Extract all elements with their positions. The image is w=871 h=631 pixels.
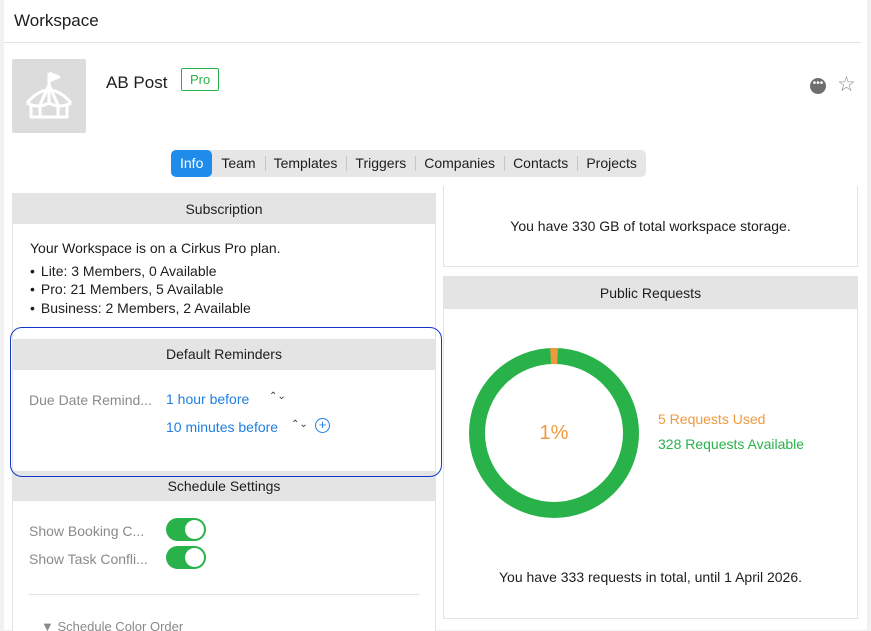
tab-bar: Info Team Templates Triggers Companies C… [171,150,646,177]
requests-available-label: 328 Requests Available [658,436,805,452]
public-requests-panel: Public Requests 1% 5 Requests Used 328 R… [443,276,858,619]
schedule-divider [29,594,419,595]
favorite-star-icon[interactable]: ☆ [837,73,856,97]
show-task-conflicts-toggle[interactable] [166,546,206,569]
tab-templates[interactable]: Templates [264,150,347,177]
subscription-header: Subscription [13,194,435,224]
more-options-icon[interactable]: ••• [810,78,826,94]
plan-badge: Pro [181,68,220,91]
workspace-avatar[interactable] [12,59,86,133]
tab-contacts[interactable]: Contacts [504,150,577,177]
show-booking-conflicts-label: Show Booking C... [29,523,145,539]
requests-total-text: You have 333 requests in total, until 1 … [498,569,803,585]
tab-team[interactable]: Team [212,150,264,177]
subscription-summary: Your Workspace is on a Cirkus Pro plan. [30,240,281,256]
tab-info[interactable]: Info [171,150,213,177]
schedule-color-order-disclosure[interactable]: ▼ Schedule Color Order [41,619,183,631]
circus-tent-icon [25,71,73,119]
storage-text: You have 330 GB of total workspace stora… [510,218,791,234]
title-divider [4,42,861,43]
tab-projects[interactable]: Projects [577,150,646,177]
highlight-outline [10,327,442,477]
workspace-name: AB Post [106,73,168,92]
donut-percent-label: 1% [539,422,569,444]
window-title: Workspace [14,11,99,30]
tab-triggers[interactable]: Triggers [346,150,415,177]
show-task-conflicts-label: Show Task Confli... [29,551,148,567]
plan-item-lite: Lite: 3 Members, 0 Available [30,263,217,279]
plan-item-business: Business: 2 Members, 2 Available [30,300,251,316]
plan-item-pro: Pro: 21 Members, 5 Available [30,281,224,297]
requests-donut-chart: 1% [469,348,639,518]
show-booking-conflicts-toggle[interactable] [166,518,206,541]
requests-used-label: 5 Requests Used [658,411,766,427]
workspace-window: Workspace AB Post Pro ••• ☆ Info Team Te… [4,0,867,631]
tab-companies[interactable]: Companies [415,150,504,177]
public-requests-header: Public Requests [444,277,857,309]
storage-panel: You have 330 GB of total workspace stora… [443,186,858,267]
